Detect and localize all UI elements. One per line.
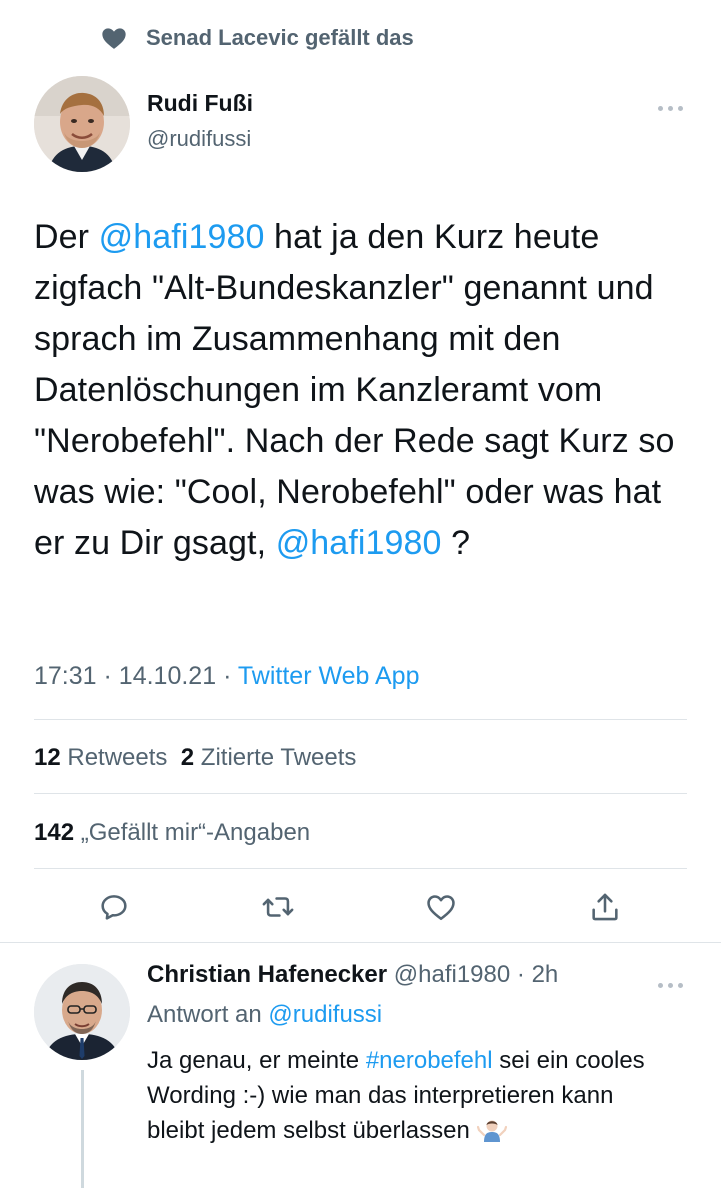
like-button[interactable] [424, 890, 458, 929]
replying-to-prefix: Antwort an [147, 1001, 269, 1028]
tweet-text: Der @hafi1980 hat ja den Kurz heute zigf… [34, 212, 694, 569]
replying-to: Antwort an @rudifussi [147, 1001, 382, 1029]
divider [34, 793, 687, 794]
author-handle[interactable]: @rudifussi [147, 126, 251, 152]
reply-author-name[interactable]: Christian Hafenecker [147, 961, 387, 988]
hashtag-link[interactable]: #nerobefehl [366, 1047, 493, 1074]
meta-separator: · [103, 662, 112, 690]
reply-author-photo [34, 964, 130, 1060]
reply-more-options-icon[interactable] [658, 975, 694, 988]
meta-separator: · [223, 662, 232, 690]
tweet-time[interactable]: 17:31 [34, 662, 97, 690]
reply-text-part: Ja genau, er meinte [147, 1047, 366, 1074]
meta-separator: · [516, 961, 525, 988]
tweet-text-part: Der [34, 218, 99, 256]
replying-to-handle[interactable]: @rudifussi [268, 1001, 382, 1028]
share-icon [592, 893, 618, 921]
share-button[interactable] [588, 890, 622, 929]
reply-text: Ja genau, er meinte #nerobefehl sei ein … [147, 1043, 667, 1148]
likes-count: 142 [34, 819, 75, 846]
mention-link[interactable]: @hafi1980 [99, 218, 265, 256]
bottom-edge [0, 1188, 721, 1200]
reply-avatar[interactable] [34, 964, 130, 1060]
retweets-count: 12 [34, 744, 61, 771]
social-context: Senad Lacevic gefällt das [100, 24, 414, 52]
reply-author-handle[interactable]: @hafi1980 [394, 961, 510, 988]
retweet-stats: 12 Retweets 2 Zitierte Tweets [34, 744, 356, 772]
more-options-icon[interactable] [658, 98, 694, 111]
social-context-text: Senad Lacevic gefällt das [146, 25, 414, 50]
reply-icon [101, 895, 127, 920]
divider [0, 942, 721, 943]
tweet-date[interactable]: 14.10.21 [119, 662, 216, 690]
reply-age[interactable]: 2h [532, 961, 559, 988]
tweet-text-part: hat ja den Kurz heute zigfach "Alt-Bunde… [34, 218, 675, 562]
reply-header: Christian Hafenecker @hafi1980 · 2h [147, 961, 558, 989]
retweet-icon [262, 897, 294, 917]
divider [34, 868, 687, 869]
quotes-link[interactable]: 2 Zitierte Tweets [181, 744, 357, 771]
tweet-text-part: ? [441, 524, 471, 562]
author-name[interactable]: Rudi Fußi [147, 90, 253, 117]
tweet-source[interactable]: Twitter Web App [238, 662, 420, 690]
like-icon [427, 895, 455, 921]
author-photo [34, 76, 130, 172]
quotes-label: Zitierte Tweets [200, 744, 357, 771]
retweets-label: Retweets [67, 744, 168, 771]
likes-stats[interactable]: 142 „Gefällt mir“-Angaben [34, 819, 310, 847]
heart-icon [102, 28, 126, 49]
retweet-button[interactable] [261, 890, 295, 929]
mention-link[interactable]: @hafi1980 [276, 524, 442, 562]
avatar[interactable] [34, 76, 130, 172]
likes-label: „Gefällt mir“-Angaben [80, 819, 311, 846]
person-shrugging-emoji [476, 1120, 507, 1142]
tweet-meta: 17:31 · 14.10.21 · Twitter Web App [34, 662, 419, 691]
thread-connector-line [81, 1070, 84, 1190]
retweets-link[interactable]: 12 Retweets [34, 744, 167, 771]
quotes-count: 2 [180, 744, 195, 771]
divider [34, 719, 687, 720]
reply-button[interactable] [97, 890, 131, 929]
